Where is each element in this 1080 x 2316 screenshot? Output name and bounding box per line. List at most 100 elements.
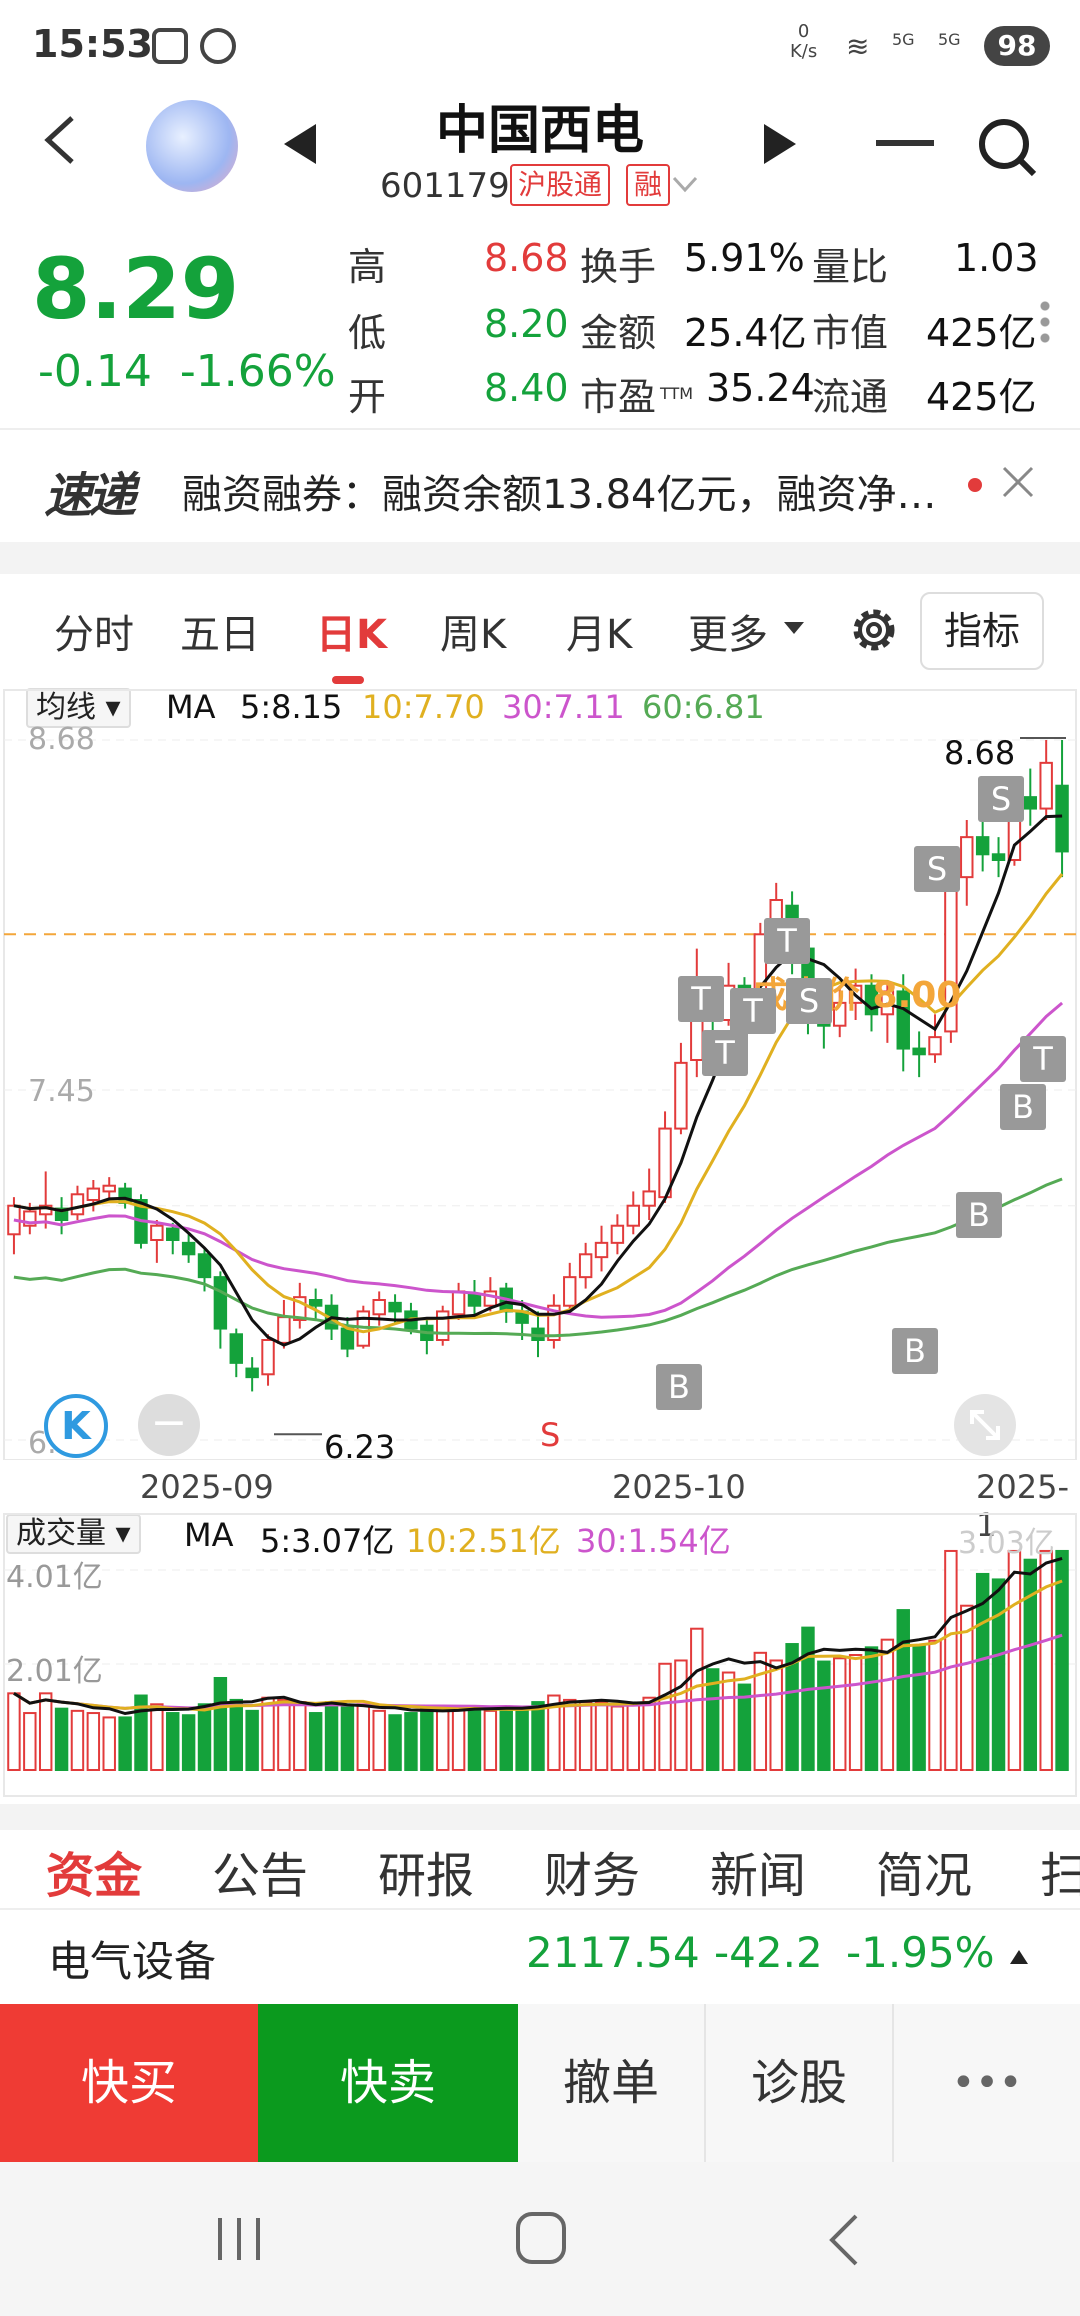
candle-body: [372, 1299, 386, 1316]
news-logo: 速递: [44, 468, 136, 524]
candle-body: [451, 1290, 466, 1316]
quick-buy-button[interactable]: 快买: [0, 2004, 258, 2162]
tab-profile[interactable]: 简况: [876, 1836, 972, 1906]
volume-bar: [515, 1705, 529, 1772]
volume-bar: [483, 1709, 498, 1772]
signal-marker[interactable]: S: [786, 978, 832, 1024]
diagnose-button[interactable]: 诊股: [706, 2004, 894, 2162]
signal-icon-1: 5G: [892, 30, 915, 49]
signal-marker[interactable]: S: [914, 846, 960, 892]
current-price: 8.29: [32, 240, 240, 338]
home-icon[interactable]: [514, 2210, 568, 2266]
volume-bar: [912, 1645, 926, 1771]
quick-sell-button[interactable]: 快卖: [258, 2004, 518, 2162]
fullscreen-button[interactable]: [954, 1394, 1016, 1456]
candle-body: [197, 1253, 212, 1279]
volume-bar: [23, 1712, 37, 1772]
volume-bar: [721, 1671, 736, 1771]
tab-research[interactable]: 研报: [378, 1836, 474, 1906]
volume-bar: [150, 1703, 164, 1772]
vol-ratio-value: 1.03: [954, 236, 1039, 280]
volume-bar: [864, 1646, 879, 1771]
signal-marker[interactable]: T: [702, 1030, 748, 1076]
volume-bar: [896, 1609, 910, 1771]
stock-code: 601179: [380, 166, 510, 206]
settings-button[interactable]: [846, 602, 902, 662]
tab-financials[interactable]: 财务: [544, 1836, 640, 1906]
tab-more[interactable]: 更多: [688, 602, 768, 660]
tab-5day[interactable]: 五日: [180, 602, 260, 660]
cancel-order-button[interactable]: 撤单: [518, 2004, 706, 2162]
volume-bar: [261, 1696, 275, 1771]
tab-more-info[interactable]: 扫: [1040, 1836, 1080, 1906]
volume-bar: [563, 1698, 577, 1771]
more-actions-button[interactable]: •••: [894, 2004, 1080, 2162]
vol-axis-mid: 2.01亿: [6, 1654, 103, 1689]
tab-intraday[interactable]: 分时: [54, 602, 134, 660]
signal-marker[interactable]: T: [764, 918, 810, 964]
close-button[interactable]: [1000, 464, 1036, 504]
volume-bar: [1007, 1549, 1022, 1772]
volume-bar: [213, 1677, 228, 1771]
ma5-line: [13, 814, 1063, 1347]
more-vertical-icon[interactable]: [1040, 298, 1050, 346]
min-price-mark: 6.23: [324, 1428, 396, 1466]
tab-monthly-k[interactable]: 月K: [566, 602, 632, 660]
volume-bar: [340, 1705, 355, 1772]
candle-body: [1055, 784, 1069, 853]
sector-row[interactable]: 电气设备 2117.54 -42.2 -1.95%: [0, 1908, 1080, 2004]
candle-body: [674, 1061, 688, 1130]
minimize-button[interactable]: [876, 140, 934, 146]
back-nav-icon[interactable]: [824, 2212, 864, 2268]
vol-axis-top: 4.01亿: [6, 1560, 103, 1595]
tag-margin: 融: [626, 164, 671, 206]
volume-bar: [38, 1692, 53, 1771]
volume-chart[interactable]: [0, 1510, 1080, 1800]
tag-connect: 沪股通: [510, 164, 611, 206]
tab-daily-k[interactable]: 日K: [316, 602, 387, 660]
volume-bar: [7, 1692, 21, 1771]
low-value: 8.20: [484, 302, 569, 346]
tab-news[interactable]: 新闻: [710, 1836, 806, 1906]
next-stock-button[interactable]: [760, 120, 800, 172]
action-bar: 快买 快卖 撤单 诊股 •••: [0, 2004, 1080, 2162]
chevron-down-icon[interactable]: [670, 170, 700, 200]
open-value: 8.40: [484, 366, 569, 410]
signal-marker[interactable]: T: [1020, 1036, 1066, 1082]
status-bar: 15:53 0 K/s ≋ 5G 5G 98: [0, 0, 1080, 92]
signal-marker[interactable]: B: [656, 1364, 702, 1410]
candle-body: [435, 1310, 450, 1342]
signal-icon-2: 5G: [938, 30, 961, 49]
volume-bar: [880, 1638, 895, 1771]
pe-label: 市盈: [580, 375, 657, 419]
recent-apps-icon[interactable]: [214, 2214, 264, 2264]
volume-bar: [324, 1701, 339, 1772]
turnover-value: 5.91%: [684, 236, 805, 280]
signal-marker[interactable]: T: [730, 988, 776, 1034]
tab-weekly-k[interactable]: 周K: [440, 602, 506, 660]
news-ticker[interactable]: 速递 融资融券：融资余额13.84亿元，融资净…: [0, 430, 1080, 540]
volume-bar: [499, 1705, 513, 1772]
search-button[interactable]: [976, 116, 1040, 184]
volume-bar: [181, 1714, 196, 1772]
signal-marker[interactable]: B: [956, 1192, 1002, 1238]
signal-marker[interactable]: T: [678, 976, 724, 1022]
candle-body: [975, 836, 990, 856]
mcap-label: 市值: [812, 311, 889, 355]
volume-bar: [594, 1701, 609, 1772]
volume-bar: [197, 1703, 212, 1772]
y-axis-mid: 7.45: [28, 1074, 95, 1109]
volume-bar: [1023, 1558, 1038, 1772]
low-label: 低: [348, 311, 387, 355]
signal-marker[interactable]: B: [1000, 1084, 1046, 1130]
indicator-button[interactable]: 指标: [920, 592, 1044, 670]
amount-label: 金额: [580, 311, 657, 355]
candle-body: [912, 1047, 926, 1056]
float-label: 流通: [812, 375, 889, 419]
zoom-out-button[interactable]: −: [138, 1394, 200, 1456]
signal-marker[interactable]: B: [892, 1328, 938, 1374]
signal-marker[interactable]: S: [978, 776, 1024, 822]
k-button[interactable]: K: [44, 1394, 108, 1458]
tab-funds[interactable]: 资金: [46, 1836, 142, 1906]
tab-announcements[interactable]: 公告: [212, 1836, 308, 1906]
